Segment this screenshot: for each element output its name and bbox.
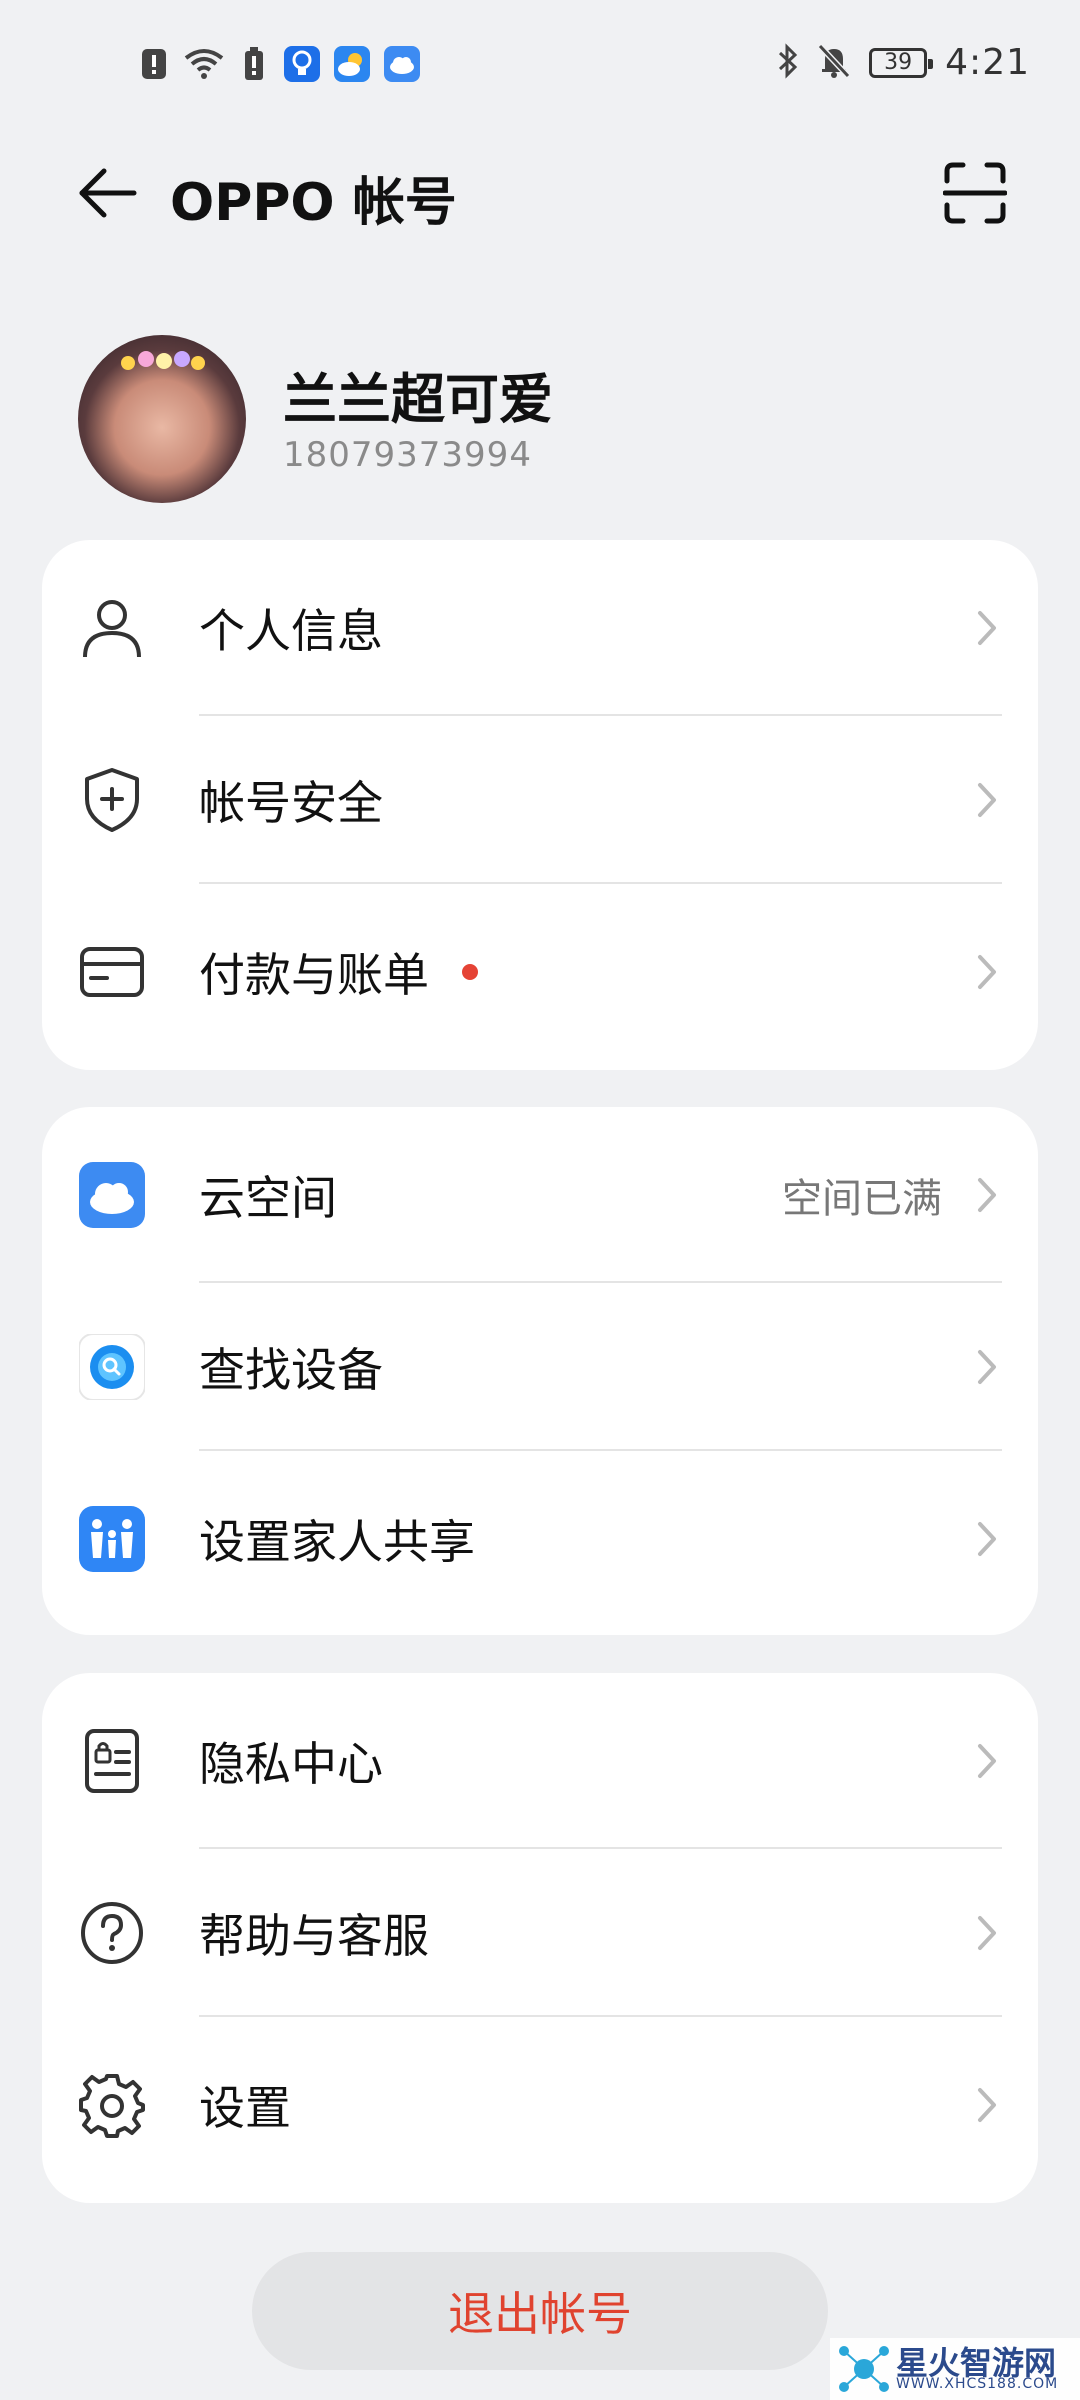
alert-icon bbox=[138, 46, 170, 82]
wifi-icon bbox=[184, 46, 224, 82]
cloud-icon bbox=[78, 1161, 146, 1229]
family-icon bbox=[78, 1505, 146, 1573]
notification-dot bbox=[462, 964, 478, 980]
cloud-app-icon bbox=[384, 46, 420, 82]
row-label: 查找设备 bbox=[199, 1343, 383, 1397]
cloud-status-value: 空间已满 bbox=[782, 1176, 942, 1222]
watermark-logo-icon bbox=[839, 2346, 889, 2392]
profile-phone: 18079373994 bbox=[283, 435, 532, 475]
page-title: OPPO 帐号 bbox=[170, 173, 457, 233]
gear-icon bbox=[78, 2071, 146, 2139]
status-right-icons: 39 4:21 bbox=[777, 42, 1030, 83]
chevron-right-icon bbox=[972, 1741, 1002, 1781]
watermark-url: WWW.XHCS188.COM bbox=[896, 2376, 1059, 2392]
find-device-icon bbox=[78, 1333, 146, 1401]
status-left-icons bbox=[138, 46, 420, 82]
battery-level: 39 bbox=[869, 47, 934, 78]
avatar[interactable] bbox=[78, 335, 246, 503]
help-icon bbox=[78, 1899, 146, 1967]
chevron-right-icon bbox=[972, 1175, 1002, 1215]
chevron-right-icon bbox=[972, 780, 1002, 820]
chevron-right-icon bbox=[972, 2085, 1002, 2125]
battery-alert-icon bbox=[238, 46, 270, 82]
scan-button[interactable] bbox=[940, 158, 1010, 228]
row-settings[interactable]: 设置 bbox=[42, 2017, 1038, 2193]
row-personal-info[interactable]: 个人信息 bbox=[42, 540, 1038, 716]
clock-time: 4:21 bbox=[945, 42, 1030, 83]
shield-icon bbox=[78, 766, 146, 834]
chevron-right-icon bbox=[972, 1519, 1002, 1559]
site-watermark: 星火智游网 WWW.XHCS188.COM bbox=[830, 2338, 1080, 2400]
row-payments-billing[interactable]: 付款与账单 bbox=[42, 884, 1038, 1060]
row-account-security[interactable]: 帐号安全 bbox=[42, 716, 1038, 884]
back-button[interactable] bbox=[72, 158, 142, 228]
card-icon bbox=[78, 938, 146, 1006]
row-label: 设置家人共享 bbox=[199, 1515, 475, 1569]
support-card: 隐私中心 帮助与客服 设置 bbox=[42, 1673, 1038, 2203]
row-label: 付款与账单 bbox=[199, 948, 429, 1002]
account-card: 个人信息 帐号安全 付款与账单 bbox=[42, 540, 1038, 1070]
privacy-icon bbox=[78, 1727, 146, 1795]
status-bar: 39 4:21 bbox=[0, 0, 1080, 130]
chevron-right-icon bbox=[972, 952, 1002, 992]
mute-bell-icon bbox=[817, 43, 851, 83]
row-label: 隐私中心 bbox=[199, 1737, 383, 1791]
chevron-right-icon bbox=[972, 608, 1002, 648]
profile-section[interactable]: 兰兰超可爱 18079373994 bbox=[78, 335, 978, 505]
logout-button[interactable]: 退出帐号 bbox=[252, 2252, 828, 2370]
row-privacy-center[interactable]: 隐私中心 bbox=[42, 1673, 1038, 1849]
row-label: 个人信息 bbox=[199, 604, 383, 658]
flower-crown-decoration bbox=[121, 351, 205, 370]
row-label: 帐号安全 bbox=[199, 776, 383, 830]
row-label: 云空间 bbox=[199, 1171, 337, 1225]
row-find-device[interactable]: 查找设备 bbox=[42, 1283, 1038, 1451]
chevron-right-icon bbox=[972, 1913, 1002, 1953]
chevron-right-icon bbox=[972, 1347, 1002, 1387]
row-family-sharing[interactable]: 设置家人共享 bbox=[42, 1451, 1038, 1627]
services-card: 云空间 空间已满 查找设备 设置家人共享 bbox=[42, 1107, 1038, 1635]
row-label: 帮助与客服 bbox=[199, 1909, 429, 1963]
row-label: 设置 bbox=[199, 2081, 291, 2135]
bulb-app-icon bbox=[284, 46, 320, 82]
row-help-support[interactable]: 帮助与客服 bbox=[42, 1849, 1038, 2017]
bluetooth-icon bbox=[777, 42, 799, 83]
scan-icon bbox=[943, 162, 1007, 224]
person-icon bbox=[78, 594, 146, 662]
weather-app-icon bbox=[334, 46, 370, 82]
app-header: OPPO 帐号 bbox=[0, 150, 1080, 240]
row-cloud[interactable]: 云空间 空间已满 bbox=[42, 1107, 1038, 1283]
profile-name: 兰兰超可爱 bbox=[283, 368, 553, 431]
arrow-left-icon bbox=[79, 168, 137, 218]
